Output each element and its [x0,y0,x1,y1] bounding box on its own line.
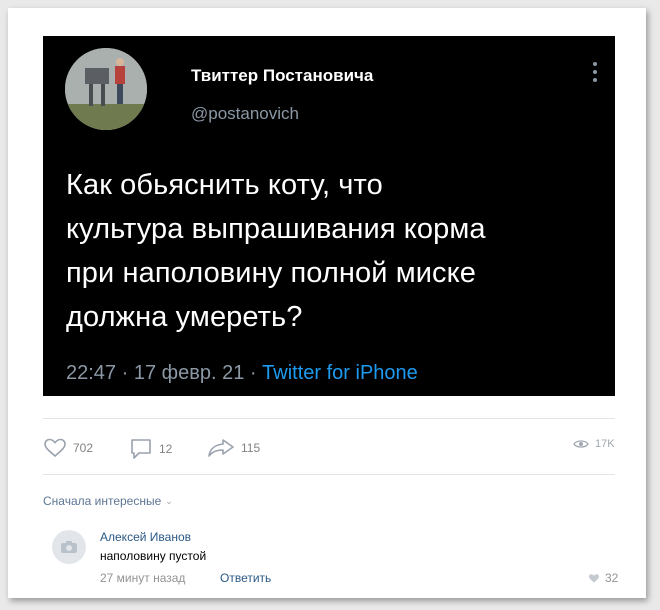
tweet-date: 17 февр. 21 [133,362,245,384]
views-counter: 17K [573,438,615,450]
tweet-time: 22:47 [66,362,117,384]
more-icon [591,62,599,86]
comment-like-button[interactable]: 32 [588,571,618,585]
heart-icon [589,573,599,582]
views-count: 17K [595,438,615,450]
avatar-image-icon [65,48,147,130]
like-count: 702 [73,441,94,455]
chevron-down-icon: ⌄ [165,495,173,506]
tweet-text: Как обьяснить коту, что культура выпраши… [66,169,486,333]
reply-button[interactable]: Ответить [220,571,271,585]
meta-separator: · [249,362,257,384]
tweet-meta: 22:47 · 17 февр. 21 · Twitter for iPhone [66,362,418,385]
post-actions: 702 12 115 17K [43,438,615,462]
eye-icon [573,440,589,448]
tweet-author-handle: @postanovich [191,104,299,123]
comment-icon [131,439,151,459]
tweet-screenshot: Твиттер Постановича @postanovich Как обь… [43,36,615,396]
tweet-author-avatar [65,48,147,130]
share-button[interactable]: 115 [207,438,260,458]
comment-time[interactable]: 27 минут назад [100,571,185,585]
comment-avatar[interactable] [52,530,86,564]
comments-sort-dropdown[interactable]: Сначала интересные ⌄ [43,494,173,508]
comment-author[interactable]: Алексей Иванов [100,530,191,544]
comment-count: 12 [159,442,173,456]
comment-like-count: 32 [605,571,619,585]
camera-icon [61,541,77,553]
comment-button[interactable]: 12 [129,438,172,460]
divider [43,418,615,419]
tweet-author-name: Твиттер Постановича [191,66,374,85]
sort-label: Сначала интересные [43,494,162,508]
share-count: 115 [241,441,261,455]
comment-text: наполовину пустой [100,549,207,563]
share-icon [208,439,234,457]
like-button[interactable]: 702 [43,438,93,458]
divider [43,474,615,475]
post-card: Твиттер Постановича @postanovich Как обь… [8,8,646,598]
tweet-source: Twitter for iPhone [262,362,418,384]
heart-icon [44,438,66,458]
meta-separator: · [121,362,129,384]
